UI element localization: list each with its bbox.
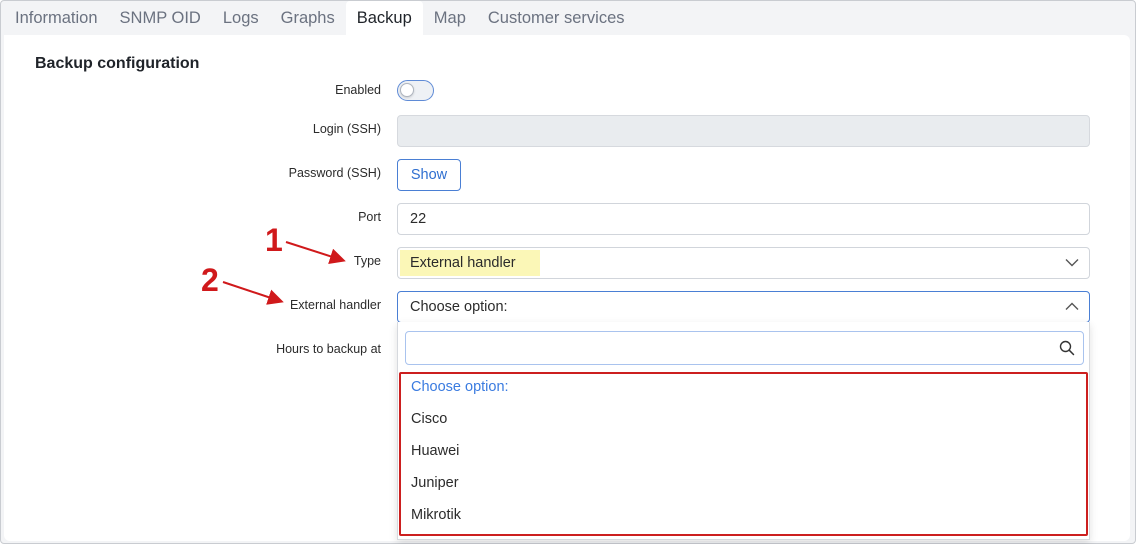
- type-selected-value: External handler: [400, 250, 540, 276]
- option-juniper[interactable]: Juniper: [411, 475, 459, 491]
- external-handler-label: External handler: [289, 298, 381, 312]
- login-label: Login (SSH): [312, 122, 381, 136]
- tab-graphs[interactable]: Graphs: [270, 1, 346, 35]
- search-icon: [1059, 340, 1075, 356]
- hours-label: Hours to backup at: [276, 342, 381, 356]
- login-input[interactable]: [397, 115, 1090, 147]
- dropdown-options-list: Choose option: Cisco Huawei Juniper Mikr…: [399, 372, 1088, 536]
- toggle-knob: [400, 83, 414, 97]
- tab-logs[interactable]: Logs: [212, 1, 270, 35]
- port-input[interactable]: 22: [397, 203, 1090, 235]
- show-password-button[interactable]: Show: [397, 159, 461, 191]
- option-choose[interactable]: Choose option:: [411, 379, 509, 395]
- option-mikrotik[interactable]: Mikrotik: [411, 507, 461, 523]
- chevron-up-icon: [1065, 302, 1079, 310]
- tab-bar: Information SNMP OID Logs Graphs Backup …: [1, 1, 636, 35]
- tab-customer-services[interactable]: Customer services: [477, 1, 636, 35]
- chevron-down-icon: [1065, 259, 1079, 267]
- external-handler-select[interactable]: Choose option:: [397, 291, 1090, 323]
- option-huawei[interactable]: Huawei: [411, 443, 459, 459]
- tab-map[interactable]: Map: [423, 1, 477, 35]
- tab-snmp-oid[interactable]: SNMP OID: [109, 1, 212, 35]
- option-cisco[interactable]: Cisco: [411, 411, 447, 427]
- external-handler-dropdown: Choose option: Cisco Huawei Juniper Mikr…: [397, 322, 1090, 540]
- dropdown-search-input[interactable]: [405, 331, 1084, 365]
- annotation-number-1: 1: [265, 222, 283, 258]
- tab-backup[interactable]: Backup: [345, 1, 423, 35]
- enabled-label: Enabled: [335, 83, 381, 97]
- enabled-toggle[interactable]: [397, 80, 434, 101]
- port-label: Port: [358, 210, 381, 224]
- password-label: Password (SSH): [288, 166, 381, 180]
- external-handler-value: Choose option:: [410, 299, 508, 315]
- annotation-number-2: 2: [201, 262, 219, 298]
- type-label: Type: [353, 254, 381, 268]
- type-select[interactable]: External handler: [397, 247, 1090, 279]
- section-title: Backup configuration: [35, 55, 200, 72]
- tab-information[interactable]: Information: [1, 1, 109, 35]
